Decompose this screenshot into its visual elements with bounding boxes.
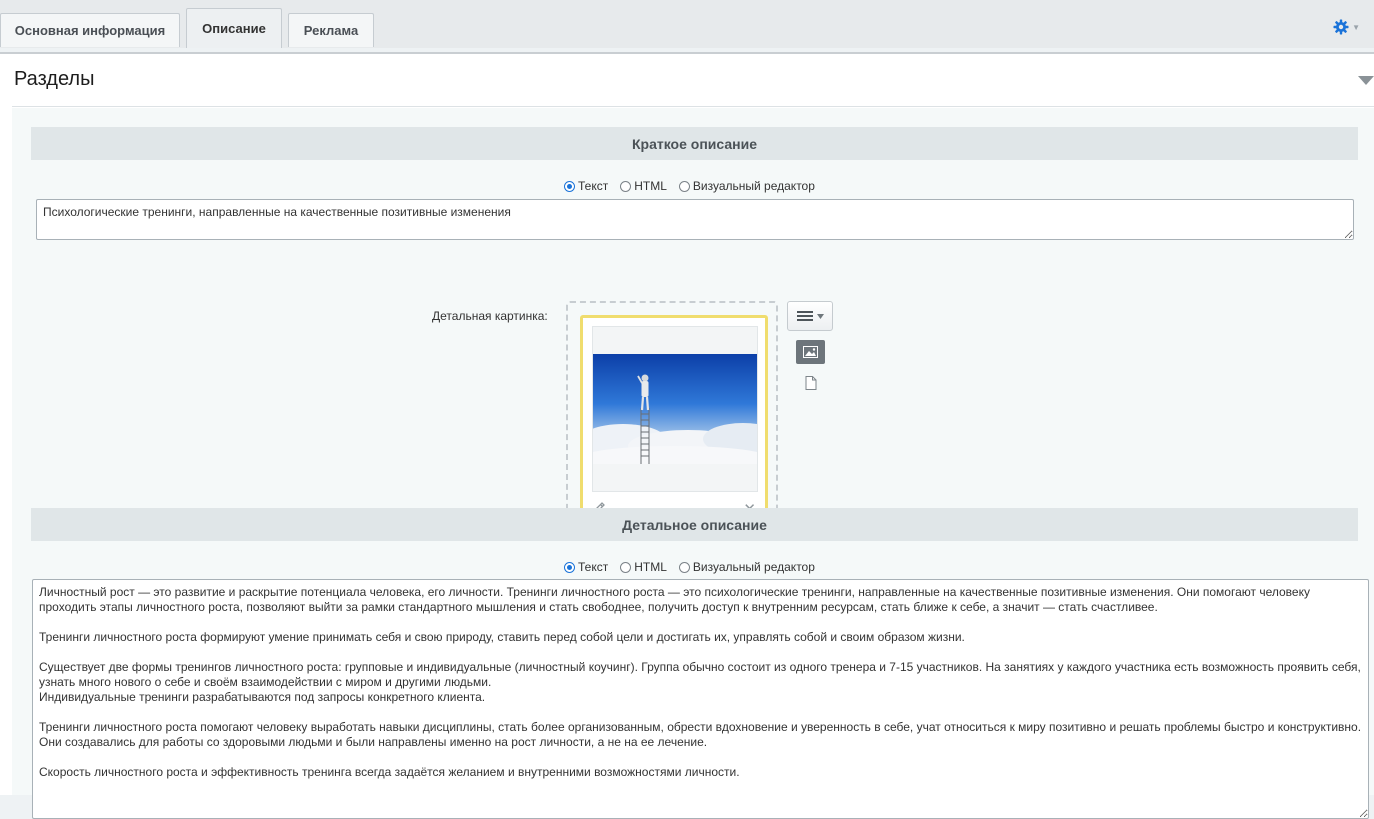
detail-description-header: Детальное описание xyxy=(31,508,1358,541)
radio-dot xyxy=(564,561,575,573)
detail-picture-label: Детальная картинка: xyxy=(432,309,548,323)
image-icon xyxy=(803,346,818,358)
tab-bar: Основная информация Описание Реклама ▼ xyxy=(0,0,1374,48)
radio-visual-editor[interactable]: Визуальный редактор xyxy=(678,560,815,574)
short-description-mode-switch: Текст HTML Визуальный редактор xyxy=(564,179,827,193)
radio-dot xyxy=(564,180,575,192)
file-icon xyxy=(805,376,817,390)
detail-description-mode-switch: Текст HTML Визуальный редактор xyxy=(564,560,827,574)
image-thumbnail[interactable] xyxy=(592,326,758,492)
radio-label: Визуальный редактор xyxy=(692,560,815,574)
radio-label: Текст xyxy=(578,179,609,193)
chevron-down-icon xyxy=(816,313,824,319)
radio-text[interactable]: Текст xyxy=(564,560,608,574)
tab-advertising[interactable]: Реклама xyxy=(288,13,374,47)
gear-icon xyxy=(1333,19,1349,35)
short-description-header: Краткое описание xyxy=(31,127,1358,160)
short-description-textarea[interactable]: Психологические тренинги, направленные н… xyxy=(36,199,1354,240)
tab-main-info[interactable]: Основная информация xyxy=(0,13,180,47)
radio-visual-editor[interactable]: Визуальный редактор xyxy=(678,179,815,193)
detail-picture-image xyxy=(593,354,757,464)
chevron-down-icon: ▼ xyxy=(1352,22,1360,32)
radio-dot xyxy=(620,561,632,573)
menu-icon xyxy=(796,311,813,321)
radio-text[interactable]: Текст xyxy=(564,179,608,193)
picture-options-button[interactable] xyxy=(787,301,833,331)
sections-panel: Разделы Краткое описание Текст HTML Визу… xyxy=(0,52,1374,819)
panel-header: Разделы xyxy=(12,54,1374,107)
tab-description[interactable]: Описание xyxy=(186,8,282,48)
file-mode-button[interactable] xyxy=(805,376,817,395)
panel-title: Разделы xyxy=(14,68,95,90)
radio-html[interactable]: HTML xyxy=(620,560,667,574)
settings-button[interactable]: ▼ xyxy=(1333,19,1360,35)
detail-description-textarea[interactable]: Личностный рост — это развитие и раскрыт… xyxy=(32,579,1369,819)
image-mode-button[interactable] xyxy=(796,340,825,364)
image-card: ✕ xyxy=(580,315,768,526)
panel-content: Краткое описание Текст HTML Визуальный р… xyxy=(12,108,1374,819)
collapse-toggle-icon[interactable] xyxy=(1358,76,1374,85)
radio-label: HTML xyxy=(634,560,667,574)
radio-label: Текст xyxy=(578,560,609,574)
radio-html[interactable]: HTML xyxy=(620,179,667,193)
radio-dot xyxy=(678,561,690,573)
radio-dot xyxy=(678,180,690,192)
radio-label: HTML xyxy=(634,179,667,193)
radio-label: Визуальный редактор xyxy=(692,179,815,193)
detail-picture-dropzone[interactable]: ✕ xyxy=(566,301,778,539)
radio-dot xyxy=(620,180,632,192)
